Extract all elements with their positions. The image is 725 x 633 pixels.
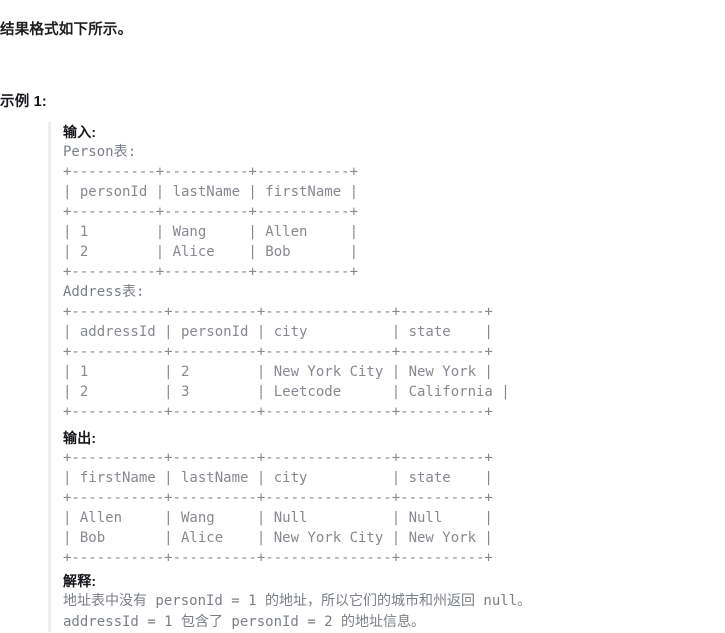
explanation-line-1: 地址表中没有 personId = 1 的地址，所以它们的城市和州返回 null…: [63, 593, 532, 609]
output-label: 输出:: [63, 430, 97, 446]
person-table-ascii: +----------+----------+-----------+ | pe…: [63, 164, 359, 280]
document-page: 结果格式如下所示。 示例 1: 输入: Person表: +----------…: [0, 0, 725, 633]
output-table-ascii: +-----------+----------+---------------+…: [63, 450, 493, 566]
intro-paragraph: 结果格式如下所示。: [0, 21, 133, 38]
example-blockquote: 输入: Person表: +----------+----------+----…: [48, 122, 725, 632]
input-label: 输入:: [63, 124, 97, 140]
explanation-line-2: addressId = 1 包含了 personId = 2 的地址信息。: [63, 614, 426, 630]
address-table-caption: Address表:: [63, 284, 145, 300]
person-table-caption: Person表:: [63, 144, 137, 160]
example-heading: 示例 1:: [0, 93, 47, 110]
explanation-label: 解释:: [63, 573, 97, 589]
address-table-ascii: +-----------+----------+---------------+…: [63, 304, 510, 420]
